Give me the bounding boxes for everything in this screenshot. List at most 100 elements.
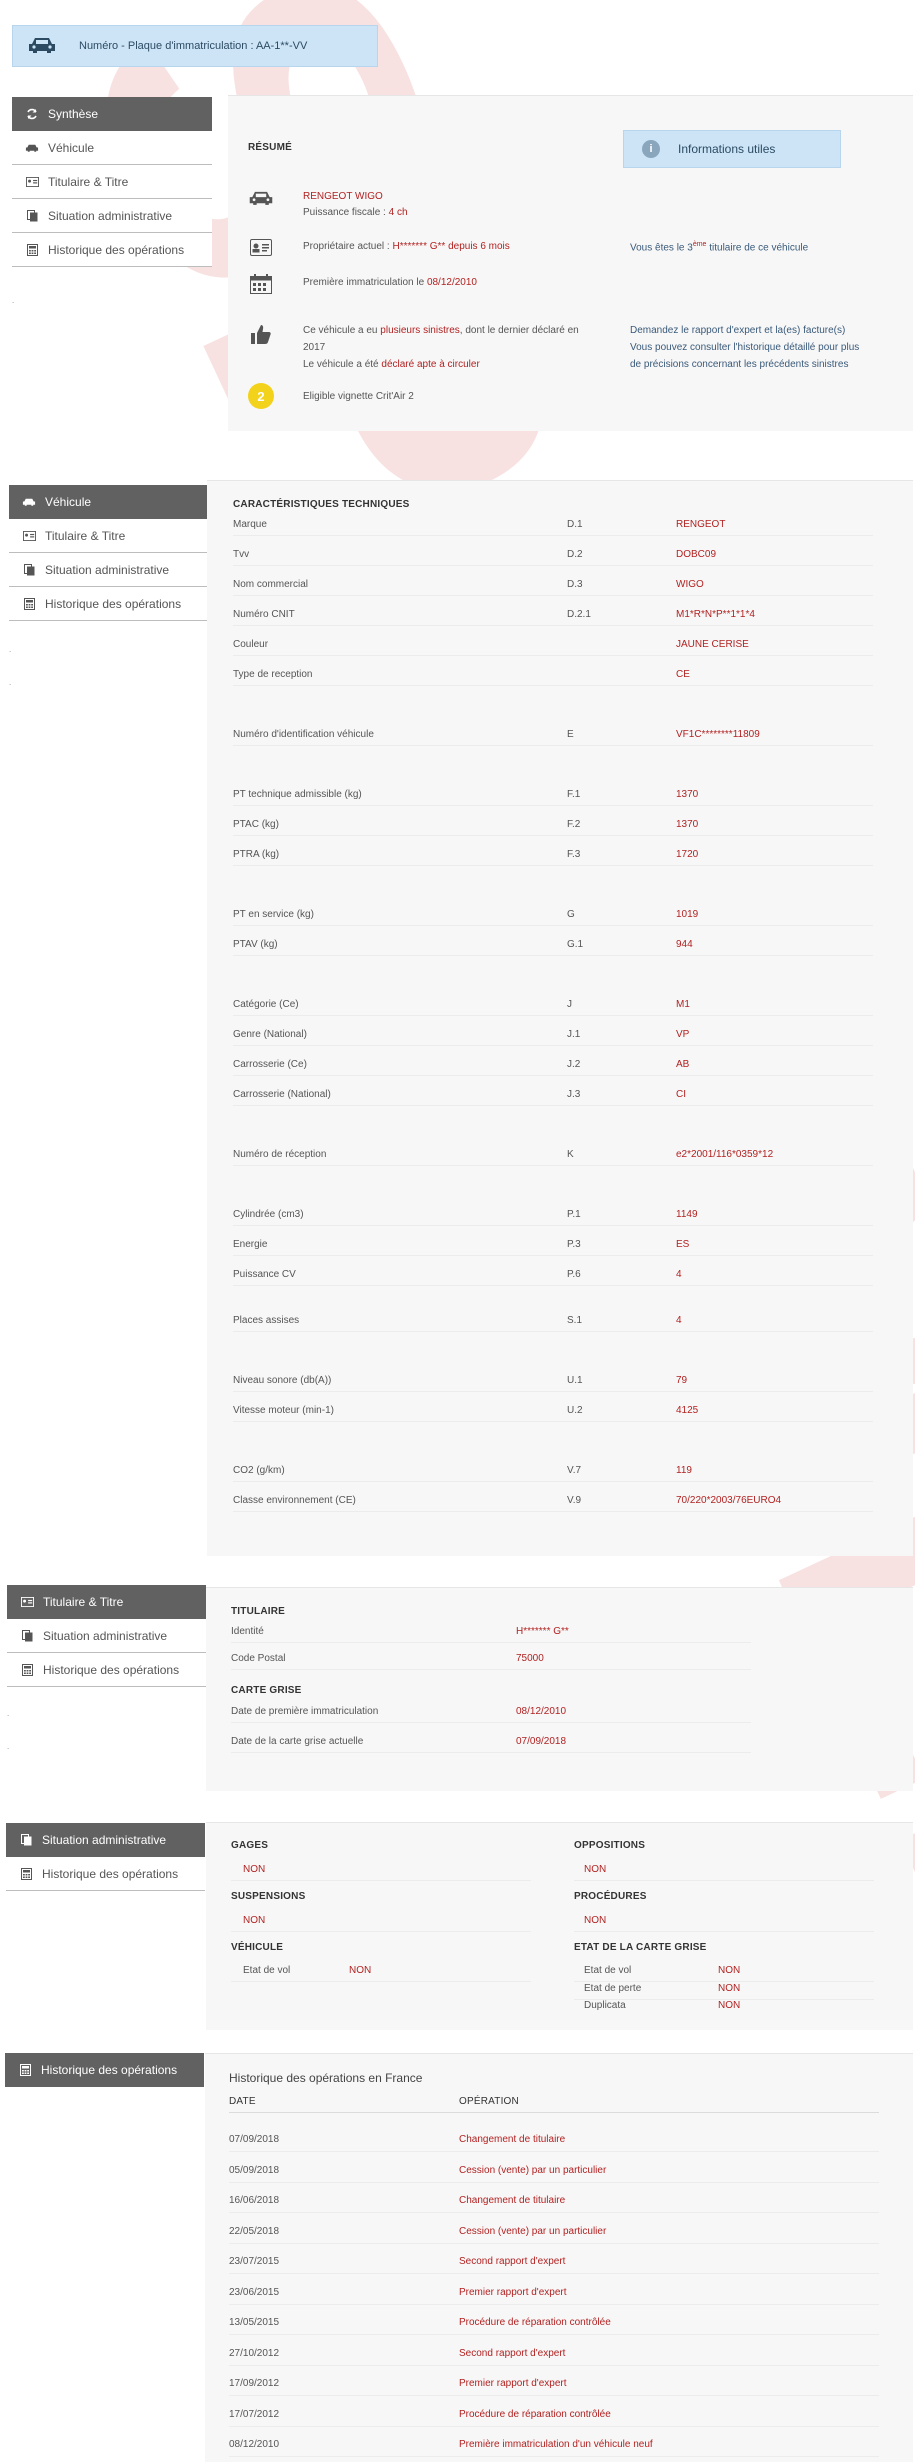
sidebar-item-titulaire-titre[interactable]: Titulaire & Titre (12, 165, 212, 199)
sidebar-item-titulaire-titre[interactable]: Titulaire & Titre (7, 1585, 206, 1619)
history-row: 08/12/2010 Première immatriculation d'un … (205, 2439, 905, 2453)
info-button[interactable]: i Informations utiles (623, 130, 841, 168)
sidebar-item-label: Historique des opérations (45, 596, 182, 611)
history-row: 07/09/2018 Changement de titulaire (205, 2134, 905, 2148)
tech-label: CO2 (g/km) (233, 1465, 285, 1476)
id-card-icon (24, 176, 40, 187)
owner-rank-pre: Vous êtes le 3 (630, 242, 693, 254)
carte-title: ETAT DE LA CARTE GRISE (574, 1942, 707, 1953)
sidebar-item-situation-administrative[interactable]: Situation administrative (7, 1619, 206, 1653)
tech-value: AB (676, 1059, 690, 1070)
tech-value: 4 (676, 1269, 682, 1280)
sidebar-item-situation-administrative[interactable]: Situation administrative (9, 553, 209, 587)
tech-label: Tvv (233, 549, 250, 560)
first-reg-label: Première immatriculation le (303, 277, 427, 288)
tech-code: P.1 (567, 1209, 581, 1220)
identity-value: H******* G** (516, 1626, 569, 1637)
menu-dots: . (7, 1709, 10, 1718)
tech-label: Cylindrée (cm3) (233, 1209, 304, 1220)
history-operation: Procédure de réparation contrôlée (459, 2408, 611, 2420)
tech-label: Puissance CV (233, 1269, 296, 1280)
calculator-icon (19, 1663, 35, 1676)
sidebar-item-historique-des-operations[interactable]: Historique des opérations (12, 233, 212, 267)
roadworthy-pre: Le véhicule a été (303, 359, 382, 370)
side-menu-admin: Situation administrative Historique des o… (6, 1823, 205, 1891)
sidebar-item-situation-administrative[interactable]: Situation administrative (6, 1823, 205, 1857)
claims-link[interactable]: plusieurs sinistres (380, 325, 459, 336)
calendar-icon (250, 274, 272, 297)
menu-dots: . (9, 645, 12, 654)
history-operation: Changement de titulaire (459, 2195, 566, 2206)
history-hint-1: Vous pouvez consulter l'historique détai… (630, 342, 860, 353)
tech-code: G.1 (567, 939, 584, 950)
sidebar-item-label: Situation administrative (43, 1628, 168, 1643)
tech-code: D.2.1 (567, 609, 591, 620)
carte-perte-label: Etat de perte (584, 1983, 642, 1994)
history-date: 16/06/2018 (229, 2195, 280, 2206)
tech-value: VP (676, 1029, 690, 1040)
sidebar-item-historique-des-operations[interactable]: Historique des opérations (9, 587, 209, 621)
history-row: 22/05/2018 Cession (vente) par un particu… (205, 2226, 905, 2240)
tech-value: 4 (676, 1315, 682, 1326)
tech-code: F.3 (567, 849, 581, 860)
expert-report-link[interactable]: Demandez le rapport d'expert et la(es) f… (630, 325, 845, 336)
sidebar-item-label: Titulaire & Titre (43, 1595, 124, 1609)
calculator-icon (17, 2064, 33, 2076)
plate-number-banner: Numéro - Plaque d'immatriculation : AA-1… (12, 25, 378, 67)
refresh-icon (24, 108, 40, 120)
sidebar-item-label: Situation administrative (48, 208, 173, 223)
tech-value: CI (676, 1089, 686, 1100)
sidebar-item-historique-des-operations[interactable]: Historique des opérations (5, 2053, 204, 2087)
car-icon (21, 497, 37, 507)
tech-label: PT en service (kg) (233, 909, 314, 920)
tech-label: Type de reception (233, 669, 313, 680)
tech-label: Vitesse moteur (min-1) (233, 1405, 334, 1416)
sidebar-item-titulaire-titre[interactable]: Titulaire & Titre (9, 519, 209, 553)
sidebar-item-label: Véhicule (45, 495, 92, 509)
roadworthy-link[interactable]: déclaré apte à circuler (381, 359, 479, 370)
history-date: 27/10/2012 (229, 2347, 280, 2359)
tech-value: JAUNE CERISE (676, 639, 749, 650)
owner-label: Propriétaire actuel : (303, 241, 393, 252)
calculator-icon (21, 597, 37, 610)
history-row: 17/07/2012 Procédure de réparation contrô… (205, 2409, 905, 2423)
history-row: 23/07/2015 Second rapport d'expert (205, 2256, 905, 2270)
tech-value: DOBC09 (676, 549, 717, 560)
postal-value: 75000 (516, 1653, 544, 1664)
tech-title: CARACTÉRISTIQUES TECHNIQUES (233, 499, 410, 510)
history-row: 16/06/2018 Changement de titulaire (205, 2195, 905, 2209)
history-title: Historique des opérations en France (229, 2071, 423, 2085)
history-date: 23/06/2015 (229, 2286, 280, 2298)
sidebar-item-vehicule[interactable]: Véhicule (9, 485, 209, 519)
history-date: 08/12/2010 (229, 2439, 280, 2450)
documents-icon (21, 563, 37, 576)
duplicata-label: Duplicata (584, 2000, 626, 2011)
sidebar-item-vehicule[interactable]: Véhicule (12, 131, 212, 165)
history-row: 05/09/2018 Cession (vente) par un particu… (205, 2165, 905, 2179)
side-menu-history: Historique des opérations (5, 2053, 204, 2087)
id-card-icon (19, 1597, 35, 1607)
tech-label: Nom commercial (233, 579, 309, 590)
tech-value: WIGO (676, 579, 704, 590)
calculator-icon (24, 243, 40, 256)
calculator-icon (18, 1867, 34, 1880)
tech-value: 1149 (676, 1209, 698, 1220)
oppositions-title: OPPOSITIONS (574, 1840, 646, 1851)
tech-label: Numéro d'identification véhicule (233, 729, 374, 740)
tech-label: PTRA (kg) (233, 849, 280, 860)
sidebar-item-label: Historique des opérations (48, 242, 185, 257)
tech-code: U.2 (567, 1405, 583, 1416)
tech-code: D.3 (567, 579, 583, 590)
history-operation: Cession (vente) par un particulier (459, 2225, 607, 2237)
sidebar-item-historique-des-operations[interactable]: Historique des opérations (7, 1653, 206, 1687)
claims-year: 2017 (303, 342, 326, 353)
tech-code: J.3 (567, 1089, 581, 1100)
sidebar-item-synthese[interactable]: Synthèse (12, 97, 212, 131)
sidebar-item-situation-administrative[interactable]: Situation administrative (12, 199, 212, 233)
history-operation: Changement de titulaire (459, 2134, 566, 2145)
sidebar-item-label: Titulaire & Titre (48, 174, 129, 189)
history-date: 23/07/2015 (229, 2256, 280, 2267)
sidebar-item-historique-des-operations[interactable]: Historique des opérations (6, 1857, 205, 1891)
history-operation: Second rapport d'expert (459, 2347, 566, 2359)
duplicata-value: NON (718, 2000, 741, 2011)
